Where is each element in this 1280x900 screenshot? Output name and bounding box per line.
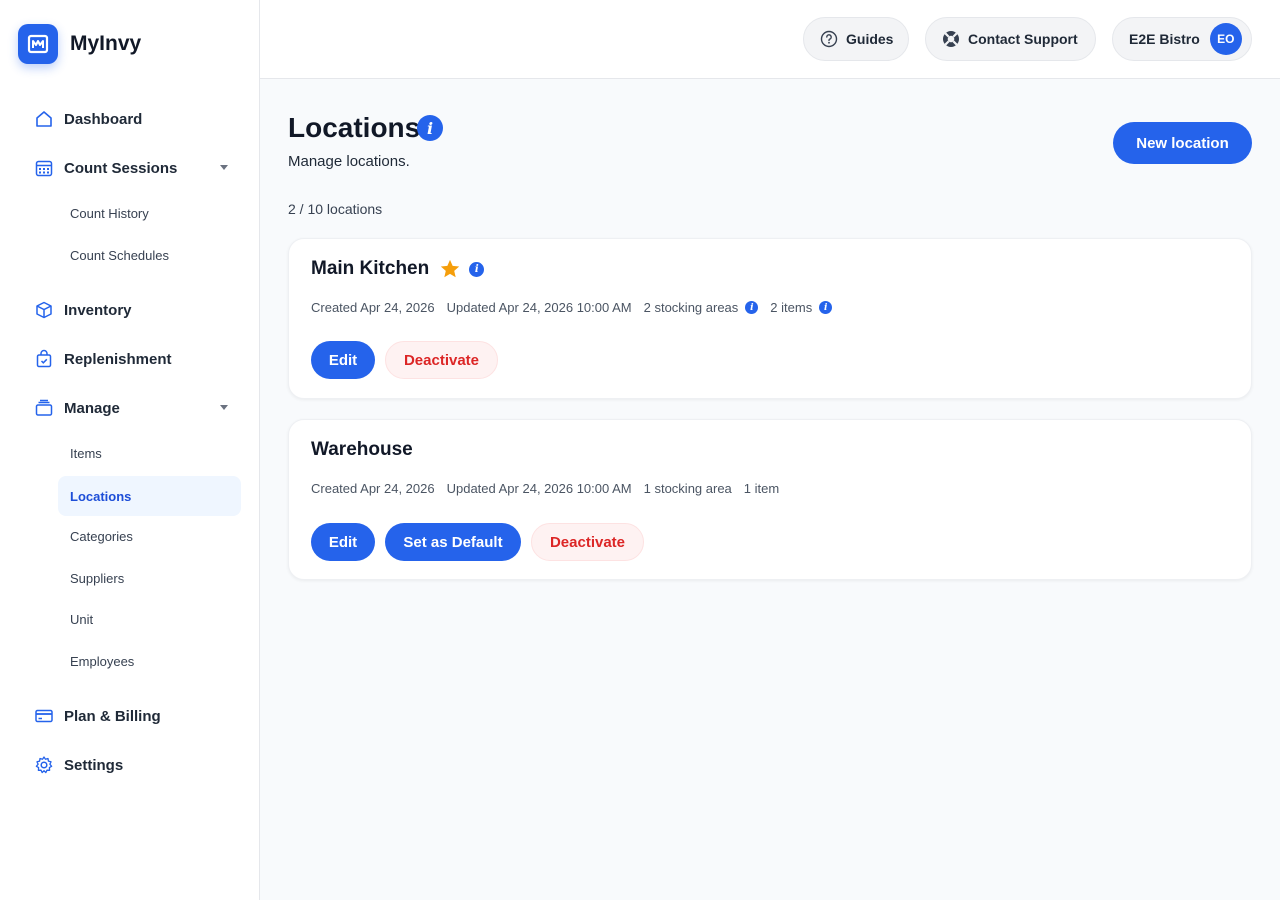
sidebar-subitem-unit[interactable]: Unit <box>58 599 241 639</box>
lifebuoy-icon <box>942 30 960 48</box>
created-date: Created Apr 24, 2026 <box>311 300 435 315</box>
logo-icon <box>18 24 58 64</box>
sidebar-subitem-count-history[interactable]: Count History <box>58 193 241 233</box>
stack-icon <box>24 398 64 418</box>
location-card: Warehouse Created Apr 24, 2026 Updated A… <box>288 419 1252 580</box>
gear-icon <box>24 755 64 775</box>
sidebar-item-label: Count Sessions <box>64 159 178 177</box>
sidebar-item-manage[interactable]: Manage <box>24 389 236 427</box>
set-default-button[interactable]: Set as Default <box>385 523 521 561</box>
sidebar-subitem-locations[interactable]: Locations <box>58 476 241 516</box>
sidebar-item-label: Inventory <box>64 301 132 319</box>
page-title: Locations <box>288 112 421 143</box>
top-bar: Guides Contact Support E2E Bistro EO <box>260 0 1280 79</box>
items-label: 2 items <box>770 300 813 315</box>
box-icon <box>24 300 64 320</box>
contact-support-label: Contact Support <box>968 31 1078 47</box>
sidebar-item-replenishment[interactable]: Replenishment <box>24 340 236 378</box>
guides-label: Guides <box>846 31 894 47</box>
info-icon[interactable]: i <box>819 301 833 314</box>
edit-button[interactable]: Edit <box>311 341 375 379</box>
deactivate-button[interactable]: Deactivate <box>531 523 644 561</box>
sidebar-item-label: Manage <box>64 399 120 417</box>
chevron-down-icon[interactable] <box>220 405 228 410</box>
sidebar-item-count-sessions[interactable]: Count Sessions <box>24 149 236 187</box>
stocking-areas-count: 1 stocking area <box>643 481 732 496</box>
location-count: 2 / 10 locations <box>288 201 383 217</box>
info-icon[interactable]: i <box>745 301 759 314</box>
items-count: 1 item <box>743 481 780 496</box>
star-icon <box>439 258 461 280</box>
page-subtitle: Manage locations. <box>288 153 410 170</box>
sidebar-item-label: Plan & Billing <box>64 707 161 725</box>
sidebar-subitem-count-schedules[interactable]: Count Schedules <box>58 235 241 275</box>
sidebar-subitem-items[interactable]: Items <box>58 433 241 473</box>
avatar: EO <box>1209 23 1242 55</box>
updated-date: Updated Apr 24, 2026 10:00 AM <box>446 300 632 315</box>
location-name: Main Kitchen <box>311 258 430 279</box>
sidebar-item-settings[interactable]: Settings <box>24 746 236 784</box>
sidebar: MyInvy Dashboard Count Sessions Count Hi… <box>0 0 260 900</box>
updated-date: Updated Apr 24, 2026 10:00 AM <box>446 481 632 496</box>
app-name: MyInvy <box>70 32 142 55</box>
calendar-icon <box>24 158 64 178</box>
sidebar-item-dashboard[interactable]: Dashboard <box>24 100 236 138</box>
location-name: Warehouse <box>311 439 413 460</box>
sidebar-item-label: Dashboard <box>64 110 143 128</box>
created-date: Created Apr 24, 2026 <box>311 481 435 496</box>
sidebar-item-plan-billing[interactable]: Plan & Billing <box>24 697 236 735</box>
chevron-down-icon[interactable] <box>220 165 228 170</box>
location-card: Main Kitchen i Created Apr 24, 2026 Upda… <box>288 238 1252 399</box>
bag-check-icon <box>24 349 64 369</box>
stocking-areas-label: 2 stocking areas <box>643 300 739 315</box>
location-meta: Created Apr 24, 2026 Updated Apr 24, 202… <box>311 481 791 496</box>
credit-card-icon <box>24 706 64 726</box>
new-location-button[interactable]: New location <box>1113 122 1252 164</box>
sidebar-subitem-employees[interactable]: Employees <box>58 641 241 681</box>
sidebar-item-inventory[interactable]: Inventory <box>24 291 236 329</box>
location-title-row: Main Kitchen i <box>311 258 485 280</box>
contact-support-button[interactable]: Contact Support <box>925 17 1096 61</box>
sidebar-subitem-categories[interactable]: Categories <box>58 516 241 556</box>
stocking-areas-count: 2 stocking areas i <box>644 300 759 315</box>
deactivate-button[interactable]: Deactivate <box>385 341 498 379</box>
info-icon[interactable]: i <box>417 115 443 141</box>
question-circle-icon <box>820 30 838 48</box>
guides-button[interactable]: Guides <box>803 17 909 61</box>
org-name: E2E Bistro <box>1129 31 1200 47</box>
sidebar-item-label: Replenishment <box>64 350 172 368</box>
sidebar-item-label: Settings <box>64 756 124 774</box>
location-meta: Created Apr 24, 2026 Updated Apr 24, 202… <box>311 300 844 315</box>
items-count: 2 items i <box>770 300 833 315</box>
edit-button[interactable]: Edit <box>311 523 375 561</box>
home-icon <box>24 109 64 129</box>
brand[interactable]: MyInvy <box>18 24 141 64</box>
info-icon[interactable]: i <box>469 261 485 277</box>
account-menu-button[interactable]: E2E Bistro EO <box>1112 17 1252 61</box>
sidebar-subitem-suppliers[interactable]: Suppliers <box>58 558 241 598</box>
